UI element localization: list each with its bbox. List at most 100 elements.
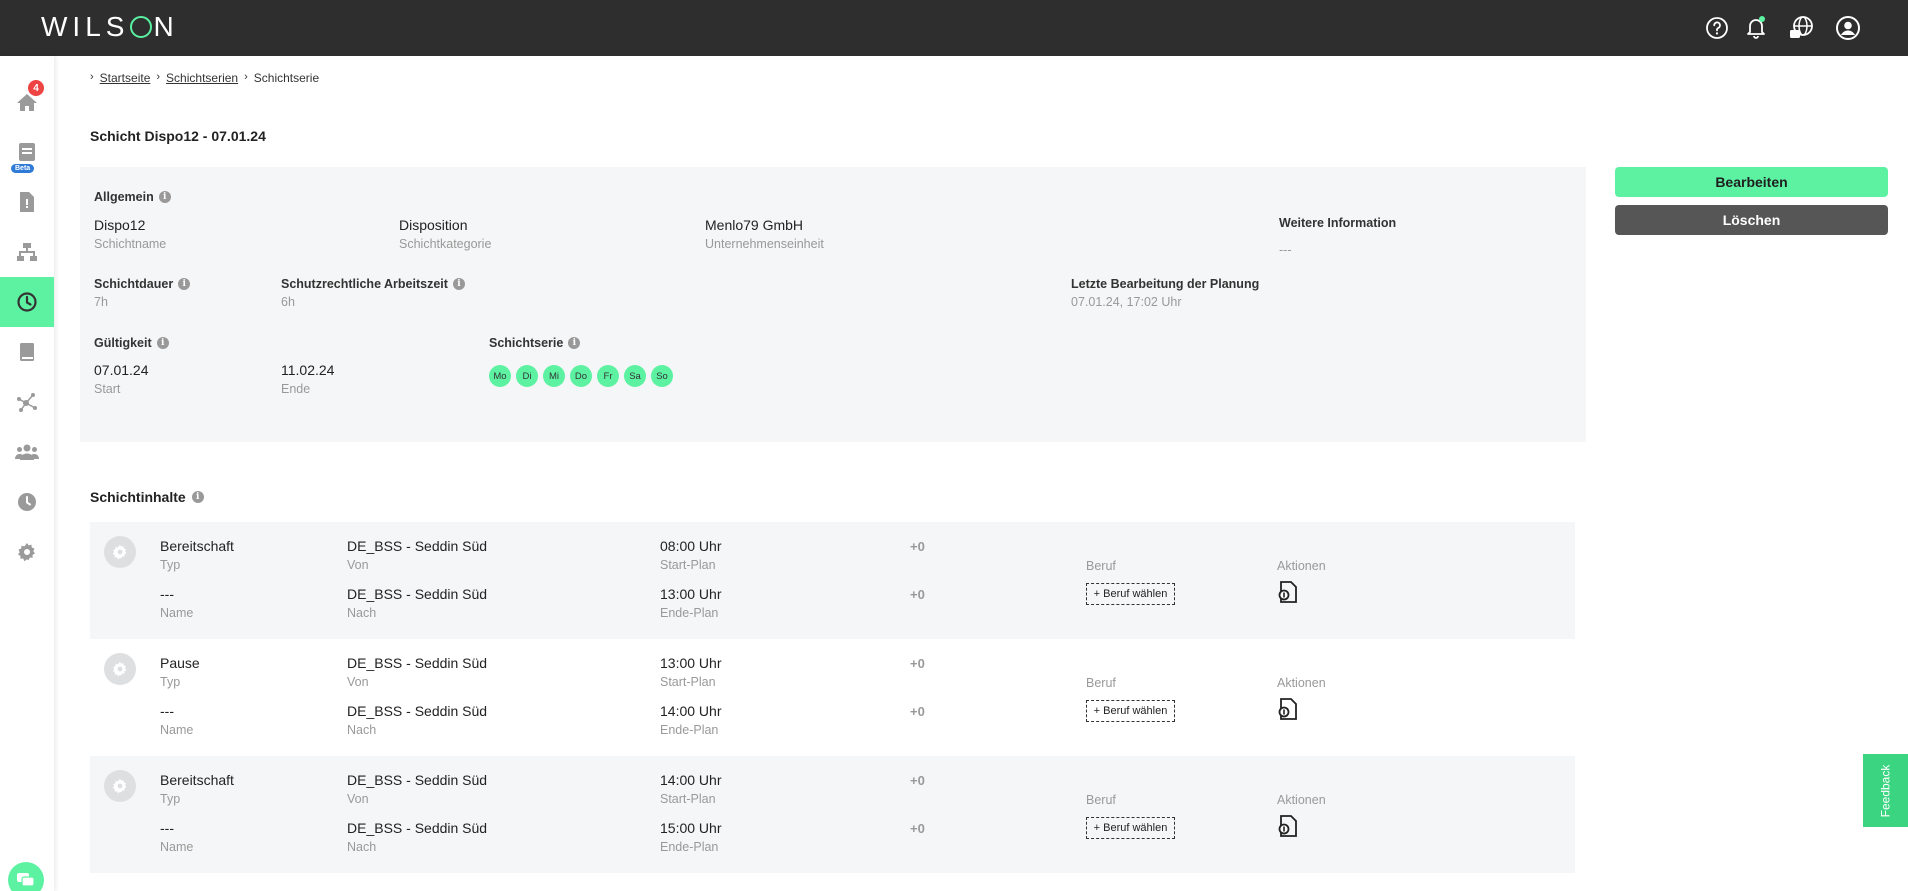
end-date-value: 11.02.24 xyxy=(281,362,335,378)
settings-gear-icon[interactable] xyxy=(104,770,136,802)
users-icon xyxy=(15,444,39,460)
chat-button[interactable] xyxy=(8,862,44,891)
row-type-value: Bereitschaft xyxy=(160,772,234,788)
page-title: Schicht Dispo12 - 07.01.24 xyxy=(90,128,266,144)
info-icon[interactable]: i xyxy=(178,278,191,290)
row-from-value: DE_BSS - Seddin Süd xyxy=(347,772,488,788)
shift-category-label: Schichtkategorie xyxy=(399,237,492,251)
shift-contents-heading: Schichtinhalte i xyxy=(90,489,204,505)
row-to-value: DE_BSS - Seddin Süd xyxy=(347,820,488,836)
weekday-chip-sa: Sa xyxy=(624,365,646,387)
row-end-label: Ende-Plan xyxy=(660,723,719,737)
sidebar-item-shifts[interactable] xyxy=(0,277,54,327)
general-heading-text: Allgemein xyxy=(94,190,154,204)
sidebar-item-book[interactable] xyxy=(0,327,54,377)
start-date-label: Start xyxy=(94,382,121,396)
clock-icon xyxy=(17,292,37,312)
breadcrumb-link-home[interactable]: Startseite xyxy=(100,71,151,85)
row-start-value: 14:00 Uhr xyxy=(660,772,722,788)
row-type-label: Typ xyxy=(160,792,181,806)
row-beruf-label: Beruf xyxy=(1086,676,1116,690)
row-start-label: Start-Plan xyxy=(660,558,716,572)
edit-document-icon[interactable] xyxy=(1277,581,1299,603)
company-unit-value: Menlo79 GmbH xyxy=(705,217,804,233)
choose-occupation-button[interactable]: + Beruf wählen xyxy=(1086,700,1175,722)
report-file-icon xyxy=(20,192,34,212)
weekday-chip-di: Di xyxy=(516,365,538,387)
settings-gear-icon[interactable] xyxy=(104,653,136,685)
shift-series-heading: Schichtserie i xyxy=(489,336,581,350)
more-info-heading: Weitere Information xyxy=(1279,216,1397,230)
sidebar-item-home[interactable] xyxy=(0,77,54,127)
edit-document-icon[interactable] xyxy=(1277,815,1299,837)
shift-contents-heading-text: Schichtinhalte xyxy=(90,489,186,505)
breadcrumb-chevron-icon: › xyxy=(244,71,248,83)
row-to-label: Nach xyxy=(347,840,377,854)
chat-bubbles-icon xyxy=(17,873,35,887)
start-date-value: 07.01.24 xyxy=(94,362,149,378)
info-icon[interactable]: i xyxy=(452,278,465,290)
company-unit-label: Unternehmenseinheit xyxy=(705,237,824,251)
row-start-value: 08:00 Uhr xyxy=(660,538,722,554)
row-end-value: 13:00 Uhr xyxy=(660,586,722,602)
breadcrumb-link-shift-series[interactable]: Schichtserien xyxy=(166,71,238,85)
weekday-chip-fr: Fr xyxy=(597,365,619,387)
breadcrumb: › Startseite › Schichtserien › Schichtse… xyxy=(90,71,319,85)
settings-gear-icon[interactable] xyxy=(104,536,136,568)
row-to-value: DE_BSS - Seddin Süd xyxy=(347,586,488,602)
edit-button[interactable]: Bearbeiten xyxy=(1615,167,1888,197)
row-end-label: Ende-Plan xyxy=(660,840,719,854)
feedback-tab[interactable]: Feedback xyxy=(1863,754,1908,827)
row-type-value: Pause xyxy=(160,655,200,671)
row-start-label: Start-Plan xyxy=(660,675,716,689)
breadcrumb-current: Schichtserie xyxy=(253,71,320,85)
row-type-label: Typ xyxy=(160,558,181,572)
shift-content-row: Bereitschaft Typ --- Name DE_BSS - Seddi… xyxy=(90,756,1575,873)
row-to-label: Nach xyxy=(347,723,377,737)
logo-text-left: WILS xyxy=(41,11,130,42)
network-icon xyxy=(17,243,37,261)
help-icon[interactable] xyxy=(1703,14,1731,42)
info-icon[interactable]: i xyxy=(191,491,204,503)
sidebar-item-connections[interactable] xyxy=(0,377,54,427)
row-from-label: Von xyxy=(347,675,369,689)
row-from-value: DE_BSS - Seddin Süd xyxy=(347,538,488,554)
more-info-value: --- xyxy=(1279,243,1292,257)
row-end-offset: +0 xyxy=(910,587,925,602)
weekday-chip-mi: Mi xyxy=(543,365,565,387)
sidebar-item-settings[interactable] xyxy=(0,527,54,577)
row-beruf-label: Beruf xyxy=(1086,559,1116,573)
validity-heading-text: Gültigkeit xyxy=(94,336,152,350)
duration-value: 7h xyxy=(94,295,108,309)
row-start-offset: +0 xyxy=(910,656,925,671)
sidebar-item-history[interactable] xyxy=(0,477,54,527)
sidebar-item-network[interactable] xyxy=(0,227,54,277)
row-end-value: 15:00 Uhr xyxy=(660,820,722,836)
notification-bell-icon[interactable] xyxy=(1742,14,1770,42)
user-account-icon[interactable] xyxy=(1834,14,1862,42)
duration-heading-text: Schichtdauer xyxy=(94,277,174,291)
delete-button[interactable]: Löschen xyxy=(1615,205,1888,235)
info-icon[interactable]: i xyxy=(568,337,581,349)
wilson-logo[interactable]: WILS N xyxy=(41,11,179,43)
info-icon[interactable]: i xyxy=(158,191,171,203)
notification-count-badge: 4 xyxy=(28,80,44,96)
beta-badge: Beta xyxy=(11,164,35,173)
sidebar-item-users[interactable] xyxy=(0,427,54,477)
protected-worktime-heading: Schutzrechtliche Arbeitszeit i xyxy=(281,277,465,291)
nodes-icon xyxy=(17,393,37,412)
row-name-value: --- xyxy=(160,586,174,602)
duration-heading: Schichtdauer i xyxy=(94,277,191,291)
choose-occupation-button[interactable]: + Beruf wählen xyxy=(1086,817,1175,839)
row-start-offset: +0 xyxy=(910,539,925,554)
sidebar-item-reports[interactable] xyxy=(0,177,54,227)
language-globe-icon[interactable] xyxy=(1788,14,1816,42)
row-actions-label: Aktionen xyxy=(1277,559,1326,573)
edit-document-icon[interactable] xyxy=(1277,698,1299,720)
info-icon[interactable]: i xyxy=(156,337,169,349)
choose-occupation-button[interactable]: + Beruf wählen xyxy=(1086,583,1175,605)
shift-content-row: Pause Typ --- Name DE_BSS - Seddin Süd V… xyxy=(90,639,1575,756)
row-start-offset: +0 xyxy=(910,773,925,788)
book-icon xyxy=(20,343,34,361)
row-name-value: --- xyxy=(160,820,174,836)
